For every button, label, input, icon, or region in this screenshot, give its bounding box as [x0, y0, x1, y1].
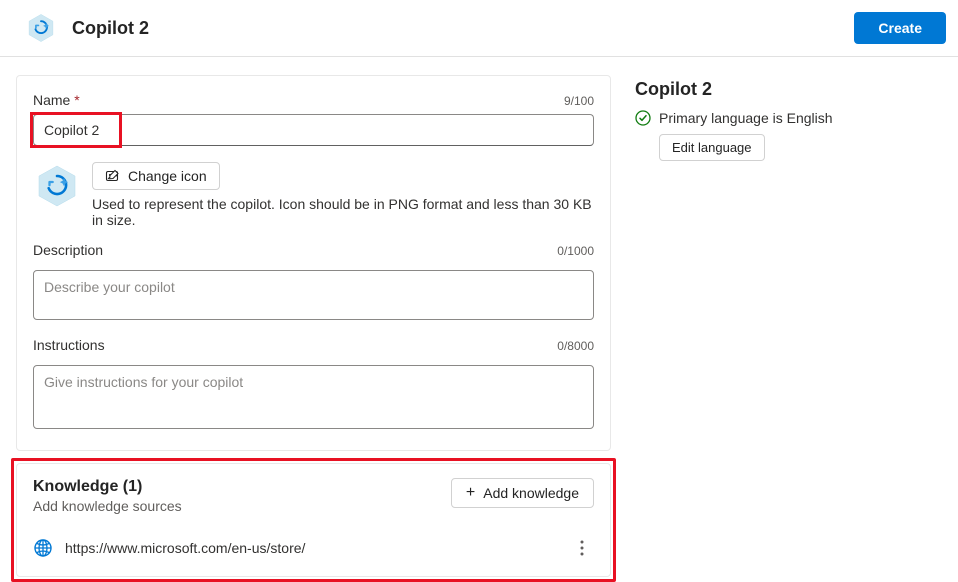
- description-label: Description: [33, 242, 103, 258]
- knowledge-item-url: https://www.microsoft.com/en-us/store/: [65, 540, 558, 556]
- icon-hint: Used to represent the copilot. Icon shou…: [92, 196, 594, 228]
- knowledge-title: Knowledge (1): [33, 478, 182, 496]
- name-input[interactable]: [33, 114, 594, 146]
- knowledge-section: Knowledge (1) Add knowledge sources + Ad…: [16, 463, 611, 577]
- language-status-row: Primary language is English: [635, 110, 942, 126]
- plus-icon: +: [466, 485, 475, 501]
- change-icon-label: Change icon: [128, 168, 207, 184]
- copilot-details-section: Name * 9/100: [16, 75, 611, 451]
- knowledge-item-menu-button[interactable]: [570, 536, 594, 560]
- name-label-text: Name: [33, 92, 70, 108]
- language-status-text: Primary language is English: [659, 110, 833, 126]
- knowledge-header-text: Knowledge (1) Add knowledge sources: [33, 478, 182, 514]
- description-textarea[interactable]: [33, 270, 594, 320]
- icon-row: Change icon Used to represent the copilo…: [33, 162, 594, 228]
- page-title: Copilot 2: [72, 18, 149, 39]
- required-indicator: *: [74, 92, 79, 108]
- vertical-dots-icon: [580, 540, 584, 556]
- checkmark-circle-icon: [635, 110, 651, 126]
- body: Name * 9/100: [0, 57, 958, 577]
- instructions-label: Instructions: [33, 337, 105, 353]
- side-panel: Copilot 2 Primary language is English Ed…: [627, 57, 958, 577]
- globe-icon: [33, 538, 53, 558]
- edit-language-button[interactable]: Edit language: [659, 134, 765, 161]
- form-card: Name * 9/100: [16, 75, 611, 577]
- description-counter: 0/1000: [557, 244, 594, 258]
- icon-right: Change icon Used to represent the copilo…: [92, 162, 594, 228]
- knowledge-subtitle: Add knowledge sources: [33, 498, 182, 514]
- knowledge-highlight-box: [11, 458, 616, 582]
- edit-image-icon: [105, 168, 121, 184]
- side-title: Copilot 2: [635, 79, 942, 100]
- name-counter: 9/100: [564, 94, 594, 108]
- add-knowledge-label: Add knowledge: [483, 485, 579, 501]
- create-button[interactable]: Create: [854, 12, 946, 44]
- description-field-header: Description 0/1000: [33, 242, 594, 264]
- change-icon-button[interactable]: Change icon: [92, 162, 220, 190]
- instructions-counter: 0/8000: [557, 339, 594, 353]
- page-header: Copilot 2 Create: [0, 0, 958, 57]
- copilot-icon: [24, 11, 58, 45]
- name-label: Name *: [33, 92, 80, 108]
- knowledge-header: Knowledge (1) Add knowledge sources + Ad…: [33, 478, 594, 514]
- knowledge-item: https://www.microsoft.com/en-us/store/: [33, 536, 594, 560]
- name-field-header: Name * 9/100: [33, 92, 594, 114]
- instructions-field-header: Instructions 0/8000: [33, 337, 594, 359]
- copilot-avatar-icon: [33, 162, 81, 210]
- main-column: Name * 9/100: [0, 57, 627, 577]
- name-input-wrap: [33, 114, 594, 146]
- add-knowledge-button[interactable]: + Add knowledge: [451, 478, 594, 508]
- instructions-textarea[interactable]: [33, 365, 594, 429]
- header-left: Copilot 2: [24, 11, 149, 45]
